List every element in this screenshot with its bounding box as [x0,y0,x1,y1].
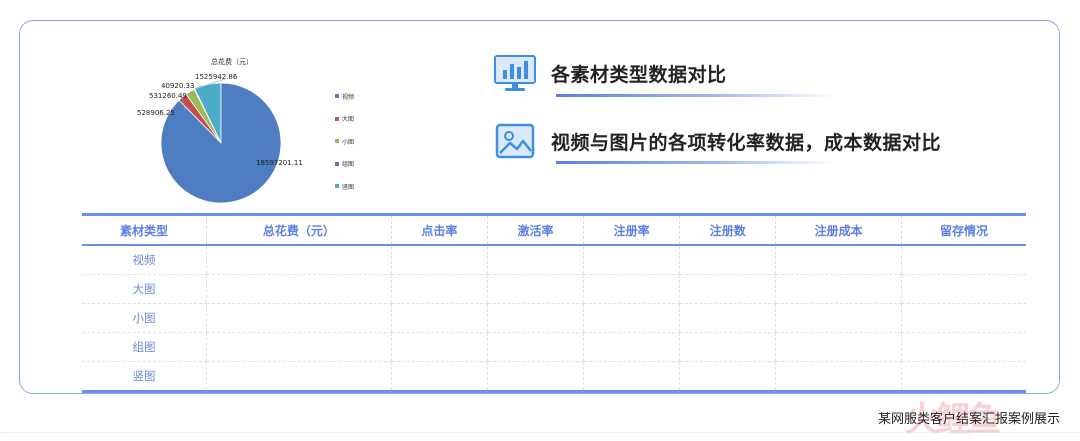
table-cell [679,332,776,362]
table-header-row: 素材类型 总花费（元） 点击率 激活率 注册率 注册数 注册成本 留存情况 [82,214,1026,246]
table-cell [486,245,584,275]
table-cell [486,332,584,362]
legend-swatch [335,184,339,189]
legend-label: 竖图 [342,183,355,191]
row-label: 竖图 [82,361,207,392]
legend-swatch [335,161,339,166]
legend-item-shutu: 竖图 [335,175,354,198]
table-cell [900,245,1026,275]
table-row: 竖图 [82,361,1026,392]
table-cell [390,303,488,333]
table-cell [679,274,776,304]
feature-underline-2 [556,161,836,164]
column-header: 总花费（元） [205,214,392,246]
feature-item-1: 各素材类型数据对比 [493,53,727,93]
table-row: 视频 [82,245,1026,275]
row-label: 大图 [82,274,207,304]
table-cell [679,361,776,392]
column-header: 点击率 [390,214,488,246]
feature-title-2: 视频与图片的各项转化率数据，成本数据对比 [551,131,942,154]
image-icon [495,123,535,159]
table-cell [390,361,488,392]
feature-item-2: 视频与图片的各项转化率数据，成本数据对比 [493,121,941,161]
column-header: 激活率 [486,214,584,246]
label-xiaotu: 531260.49 [149,92,187,100]
table-cell [205,361,392,392]
table-cell [486,361,584,392]
legend-label: 视频 [342,93,355,101]
legend-item-zutu: 组图 [335,153,354,176]
table-cell [486,274,584,304]
column-header: 留存情况 [900,214,1026,246]
pie-slice-0 [160,82,282,204]
table-cell [775,245,902,275]
legend-item-datu: 大图 [335,108,354,131]
row-label: 组图 [82,332,207,362]
table-cell [900,274,1026,304]
table-cell [775,303,902,333]
column-header: 素材类型 [82,214,207,246]
table-cell [583,361,680,392]
table-cell [390,274,488,304]
table-row: 小图 [82,303,1026,333]
label-zutu: 40920.33 [161,82,195,90]
table-cell [583,303,680,333]
table-row: 大图 [82,274,1026,304]
table-cell [205,245,392,275]
legend-swatch [335,139,339,144]
table-row: 组图 [82,332,1026,362]
legend-label: 大图 [342,116,355,124]
table-cell [486,303,584,333]
column-header: 注册成本 [775,214,902,246]
table-cell [775,361,902,392]
label-datu: 528906.25 [137,109,175,117]
legend-swatch [335,94,339,99]
legend-label: 组图 [342,161,355,169]
table-cell [583,274,680,304]
table-cell [775,274,902,304]
label-shipin: 18597201.11 [256,159,303,167]
footer-caption: 某网服类客户结案汇报案例展示 [877,412,1060,427]
table-cell [390,332,488,362]
legend-swatch [335,116,339,121]
bar-chart-monitor-icon [494,55,536,91]
table-cell [583,245,680,275]
legend-item-shipin: 视频 [335,85,354,108]
table-cell [900,332,1026,362]
legend-item-xiaotu: 小图 [335,130,354,153]
feature-title-1: 各素材类型数据对比 [551,63,727,86]
table-cell [775,332,902,362]
column-header: 注册率 [583,214,680,246]
table-cell [205,332,392,362]
table-cell [583,332,680,362]
table-cell [679,245,776,275]
table-cell [679,303,776,333]
feature-underline-1 [556,94,836,97]
legend-label: 小图 [342,138,355,146]
table-cell [205,303,392,333]
bottom-divider [0,432,1080,433]
table-cell [900,303,1026,333]
label-shutu: 1525942.86 [195,73,238,81]
row-label: 视频 [82,245,207,275]
column-header: 注册数 [679,214,776,246]
table-cell [900,361,1026,392]
data-table: 素材类型 总花费（元） 点击率 激活率 注册率 注册数 注册成本 留存情况 视频… [82,213,1026,393]
chart-legend: 视频 大图 小图 组图 竖图 [335,85,354,198]
table-cell [205,274,392,304]
table-cell [390,245,488,275]
row-label: 小图 [82,303,207,333]
